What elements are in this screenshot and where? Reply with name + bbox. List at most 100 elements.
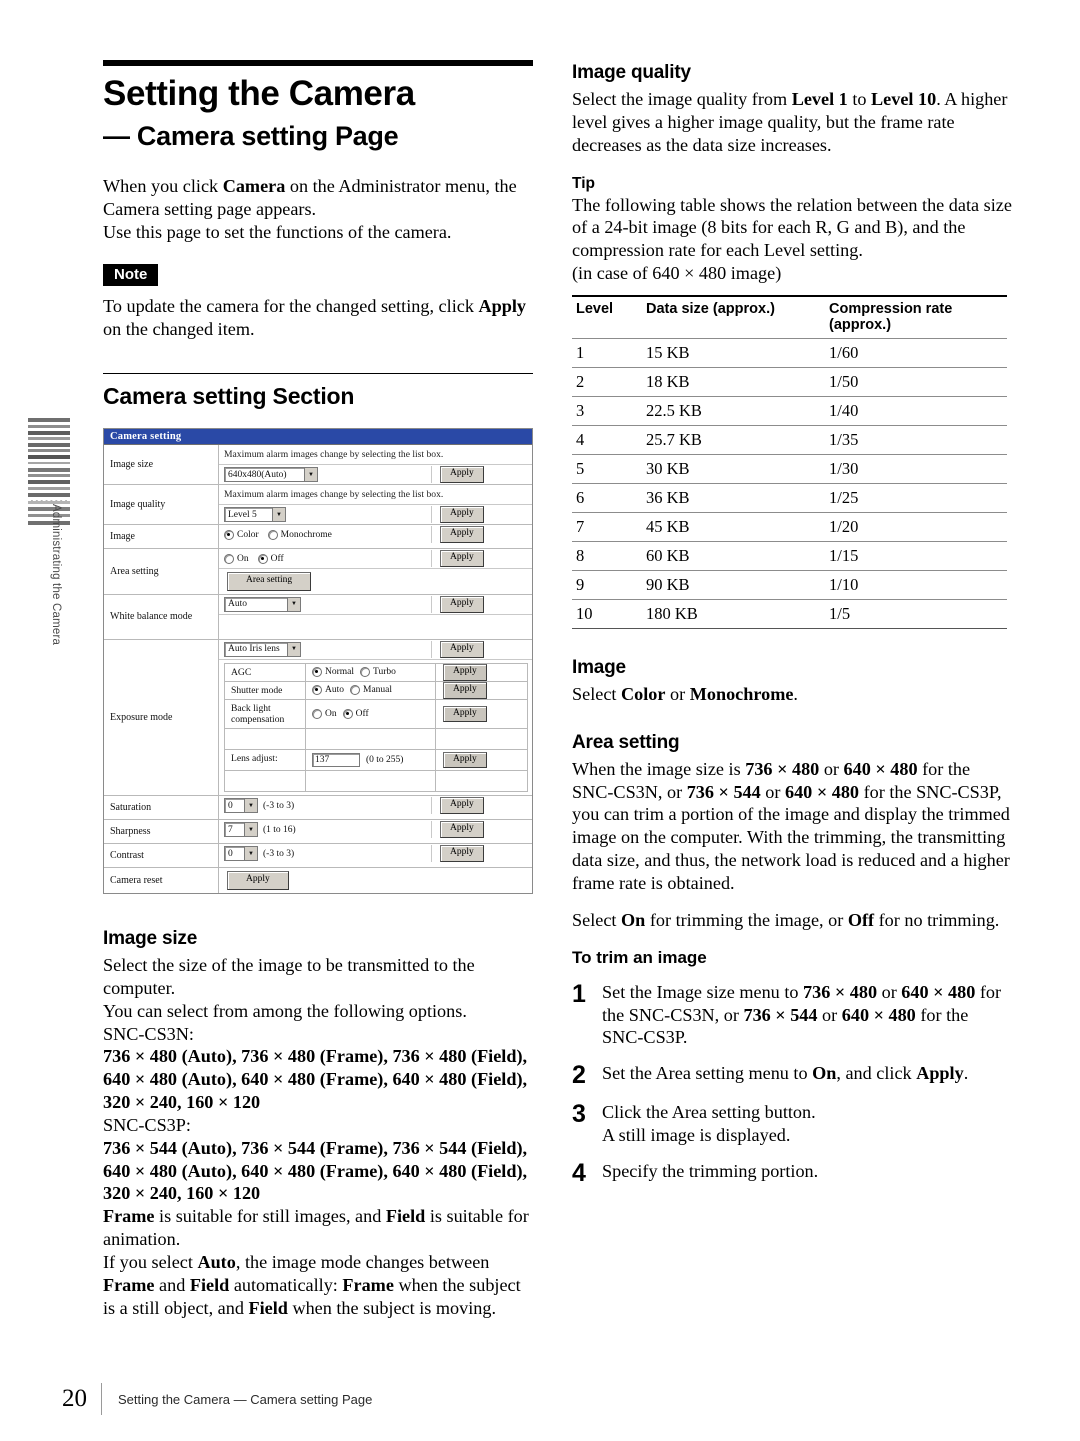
select-saturation[interactable]: 0 ▼ xyxy=(224,798,258,813)
label-camera-reset: Camera reset xyxy=(104,868,219,893)
chevron-down-icon: ▼ xyxy=(287,597,300,611)
side-tab: Administrating the Camera xyxy=(28,418,70,708)
apply-button-saturation[interactable]: Apply xyxy=(440,797,484,814)
select-image-size[interactable]: 640x480(Auto) ▼ xyxy=(224,467,318,482)
apply-button-shutter-mode[interactable]: Apply xyxy=(443,681,487,699)
row-image: Image Color Monochrome Apply xyxy=(104,525,532,549)
apply-button-back-light[interactable]: Apply xyxy=(443,705,487,723)
radio-dot-icon xyxy=(224,553,234,564)
row-image-quality: Image quality Maximum alarm images chang… xyxy=(104,485,532,525)
radio-image-monochrome[interactable]: Monochrome xyxy=(267,529,332,540)
heading-image: Image xyxy=(572,656,626,678)
table-row: 1 15 KB 1/60 xyxy=(572,338,1007,368)
table-row: 9 90 KB 1/10 xyxy=(572,570,1007,600)
apply-button-image-size[interactable]: Apply xyxy=(440,466,484,483)
intro-bold-camera: Camera xyxy=(222,176,286,197)
input-lens-adjust[interactable]: 137 xyxy=(312,753,360,767)
select-exposure-mode[interactable]: Auto Iris lens ▼ xyxy=(224,641,301,657)
row-white-balance: White balance mode Auto ▼ Apply xyxy=(104,594,532,640)
apply-button-lens-adjust[interactable]: Apply xyxy=(443,751,487,769)
apply-button-camera-reset[interactable]: Apply xyxy=(227,871,289,890)
row-lens-adjust: Lens adjust: 137 (0 to 255) Apply xyxy=(225,750,527,771)
footer-divider xyxy=(101,1383,102,1415)
footer-running-title: Setting the Camera — Camera setting Page xyxy=(118,1391,373,1407)
select-image-quality[interactable]: Level 5 ▼ xyxy=(224,507,286,522)
area-setting-p2: Select On for trimming the image, or Off… xyxy=(572,909,1000,930)
table-row: 5 30 KB 1/30 xyxy=(572,454,1007,484)
image-quality-p1: Select the image quality from Level 1 to… xyxy=(572,89,1008,155)
label-contrast: Contrast xyxy=(104,844,219,867)
radio-backlight-on[interactable]: On xyxy=(312,708,337,719)
apply-button-contrast[interactable]: Apply xyxy=(440,845,484,862)
radio-agc-normal[interactable]: Normal xyxy=(312,667,354,678)
row-agc: AGC Normal Turbo Apply xyxy=(225,663,527,682)
label-white-balance: White balance mode xyxy=(104,594,219,639)
heading-image-quality: Image quality xyxy=(572,62,691,83)
table-header-row: Level Data size (approx.) Compression ra… xyxy=(572,294,1007,339)
hint-image-size: Maximum alarm images change by selecting… xyxy=(224,449,444,460)
image-size-auto-note: If you select Auto, the image mode chang… xyxy=(103,1251,521,1318)
intro-text-a: When you click xyxy=(103,176,223,197)
radio-dot-icon xyxy=(342,708,353,719)
table-body: 1 15 KB 1/60 2 18 KB 1/50 3 22.5 KB 1/40 4 25.7… xyxy=(572,338,1007,629)
step-4: 4 Specify the trimming portion. xyxy=(572,1160,1012,1186)
radio-area-on[interactable]: On xyxy=(224,553,249,564)
image-paragraph: Select Color or Monochrome. xyxy=(572,683,798,704)
compression-table: Level Data size (approx.) Compression ra… xyxy=(572,294,1007,629)
apply-button-image-quality[interactable]: Apply xyxy=(440,506,484,523)
range-saturation: (-3 to 3) xyxy=(263,800,295,811)
label-agc: AGC xyxy=(225,663,306,681)
side-tab-bars xyxy=(28,418,70,528)
apply-button-sharpness[interactable]: Apply xyxy=(440,821,484,838)
exposure-spacer xyxy=(225,729,527,750)
label-area-setting: Area setting xyxy=(104,549,219,594)
label-image: Image xyxy=(104,525,219,548)
page-subtitle: — Camera setting Page xyxy=(103,120,399,151)
image-size-block: Image size Select the size of the image … xyxy=(103,928,533,1320)
tip-case: (in case of 640 × 480 image) xyxy=(572,263,782,284)
left-column: Setting the Camera — Camera setting Page… xyxy=(103,60,533,410)
label-image-size: Image size xyxy=(104,445,219,484)
radio-dot-icon xyxy=(312,708,322,719)
image-size-p2: You can select from among the following … xyxy=(103,1000,467,1021)
range-sharpness: (1 to 16) xyxy=(263,824,296,835)
select-contrast[interactable]: 0 ▼ xyxy=(224,846,258,861)
image-size-frame-note: Frame is suitable for still images, and … xyxy=(103,1206,529,1250)
radio-shutter-auto[interactable]: Auto xyxy=(312,685,344,696)
heading-tip: Tip xyxy=(572,174,595,192)
select-white-balance[interactable]: Auto ▼ xyxy=(224,596,301,612)
area-setting-button[interactable]: Area setting xyxy=(227,572,312,591)
page-number: 20 xyxy=(62,1385,87,1412)
select-sharpness[interactable]: 7 ▼ xyxy=(224,822,258,837)
radio-dot-icon xyxy=(267,529,278,540)
step-1-number: 1 xyxy=(572,979,586,1008)
note-badge: Note xyxy=(103,264,159,287)
intro-paragraph-1: When you click Camera on the Administrat… xyxy=(103,175,533,221)
label-sharpness: Sharpness xyxy=(104,820,219,843)
apply-button-agc[interactable]: Apply xyxy=(443,663,487,681)
radio-agc-turbo[interactable]: Turbo xyxy=(360,667,396,678)
image-size-options-n: 736 × 480 (Auto), 736 × 480 (Frame), 736… xyxy=(103,1046,528,1113)
title-rule xyxy=(103,60,533,66)
table-row: 2 18 KB 1/50 xyxy=(572,367,1007,397)
page-footer: 20 Setting the Camera — Camera setting P… xyxy=(62,1383,372,1415)
step-3-text: Click the Area setting button. A still im… xyxy=(602,1102,816,1146)
radio-backlight-off[interactable]: Off xyxy=(342,708,369,719)
label-saturation: Saturation xyxy=(104,796,219,819)
table-header-level: Level xyxy=(572,294,642,339)
side-tab-label: Administrating the Camera xyxy=(50,504,62,646)
chevron-down-icon: ▼ xyxy=(244,823,257,836)
radio-area-off[interactable]: Off xyxy=(257,553,284,564)
step-2-text: Set the Area setting menu to On, and cli… xyxy=(602,1063,969,1084)
radio-shutter-manual[interactable]: Manual xyxy=(350,685,392,696)
right-column: Image quality Select the image quality f… xyxy=(572,62,1012,1186)
apply-button-exposure-mode[interactable]: Apply xyxy=(440,640,484,658)
note-text-a: To update the camera for the changed set… xyxy=(103,296,479,317)
note-paragraph: To update the camera for the changed set… xyxy=(103,295,533,341)
chevron-down-icon: ▼ xyxy=(287,642,300,656)
chevron-down-icon: ▼ xyxy=(272,508,285,521)
apply-button-area-setting[interactable]: Apply xyxy=(440,550,484,567)
radio-image-color[interactable]: Color xyxy=(224,529,259,540)
apply-button-image[interactable]: Apply xyxy=(440,526,484,543)
apply-button-white-balance[interactable]: Apply xyxy=(440,595,484,613)
